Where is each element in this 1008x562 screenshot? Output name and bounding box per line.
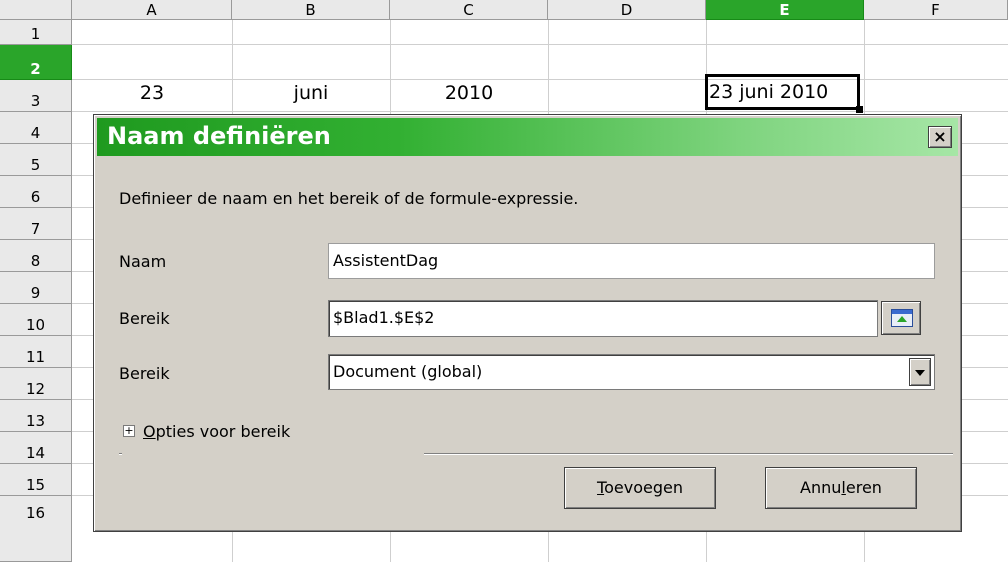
name-label: Naam	[119, 252, 167, 271]
add-button[interactable]: Toevoegen	[564, 467, 716, 509]
range-options-toggle[interactable]: Opties voor bereik	[143, 422, 290, 441]
fill-handle[interactable]	[856, 106, 863, 113]
column-header-f[interactable]: F	[864, 0, 1008, 20]
row-number: 11	[25, 348, 46, 366]
dialog-title: Naam definiëren	[107, 122, 331, 150]
dropdown-arrow-icon[interactable]	[909, 358, 931, 386]
row-number: 14	[25, 444, 46, 462]
row-number: 1	[30, 25, 41, 43]
column-header-e[interactable]: E	[706, 0, 864, 20]
separator	[424, 453, 953, 454]
column-header-a[interactable]: A	[72, 0, 232, 20]
cancel-button[interactable]: Annuleren	[765, 467, 917, 509]
shrink-dialog-icon[interactable]	[881, 301, 921, 335]
row-header-10[interactable]: 10	[0, 304, 72, 336]
row-number: 13	[25, 412, 46, 430]
cell-b2[interactable]: juni	[232, 82, 390, 104]
row-number: 9	[30, 284, 41, 302]
row-header-8[interactable]: 8	[0, 240, 72, 272]
select-all-corner[interactable]	[0, 0, 72, 20]
range-input[interactable]: $Blad1.$E$2	[328, 300, 878, 337]
dialog-titlebar[interactable]: Naam definiëren ×	[97, 118, 958, 156]
column-header-c[interactable]: C	[390, 0, 548, 20]
options-label-text: pties voor bereik	[155, 422, 291, 441]
column-header-b[interactable]: B	[232, 0, 390, 20]
close-icon[interactable]: ×	[928, 126, 952, 148]
row-number: 4	[30, 124, 41, 142]
row-header-11[interactable]: 11	[0, 336, 72, 368]
grid-line	[72, 44, 1008, 45]
row-header-9[interactable]: 9	[0, 272, 72, 304]
row-header-12[interactable]: 12	[0, 368, 72, 400]
cell-a2[interactable]: 23	[72, 82, 232, 104]
range-label: Bereik	[119, 309, 170, 328]
row-number: 6	[30, 188, 41, 206]
row-number: 3	[30, 92, 41, 110]
row-number: 16	[25, 504, 46, 522]
add-button-label: oevoegen	[604, 478, 683, 497]
row-number: 8	[30, 252, 41, 270]
row-number: 7	[30, 220, 41, 238]
dialog-description: Definieer de naam en het bereik of de fo…	[119, 189, 579, 208]
cell-c2[interactable]: 2010	[390, 82, 548, 104]
row-number: 10	[25, 316, 46, 334]
cell-e2[interactable]: 23 juni 2010	[705, 81, 828, 103]
mnemonic-char: O	[143, 422, 156, 441]
row-header-6[interactable]: 6	[0, 176, 72, 208]
scope-dropdown[interactable]: Document (global)	[328, 354, 935, 390]
cancel-button-label: Annu	[800, 478, 842, 497]
define-name-dialog: Naam definiëren × Definieer de naam en h…	[93, 114, 962, 532]
column-header-d[interactable]: D	[548, 0, 706, 20]
row-header-14[interactable]: 14	[0, 432, 72, 464]
row-number: 5	[30, 156, 41, 174]
row-header-4[interactable]: 4	[0, 112, 72, 144]
separator	[119, 453, 122, 454]
name-input[interactable]: AssistentDag	[328, 243, 935, 279]
row-header-2[interactable]: 2	[0, 45, 72, 80]
row-number: 2	[30, 60, 41, 78]
row-header-13[interactable]: 13	[0, 400, 72, 432]
grid-line	[72, 111, 1008, 112]
cancel-button-label: eren	[845, 478, 882, 497]
arrow-up-glyph	[897, 316, 907, 322]
row-header-15[interactable]: 15	[0, 464, 72, 496]
row-header-5[interactable]: 5	[0, 144, 72, 176]
expand-plus-icon[interactable]: +	[123, 425, 135, 437]
row-number: 12	[25, 380, 46, 398]
row-header-3[interactable]: 3	[0, 80, 72, 112]
scope-value: Document (global)	[333, 362, 483, 381]
scope-label: Bereik	[119, 364, 170, 383]
row-number: 15	[25, 476, 46, 494]
grid-line	[72, 79, 1008, 80]
row-header-7[interactable]: 7	[0, 208, 72, 240]
row-header-1[interactable]: 1	[0, 20, 72, 45]
row-header-16[interactable]: 16	[0, 496, 72, 562]
